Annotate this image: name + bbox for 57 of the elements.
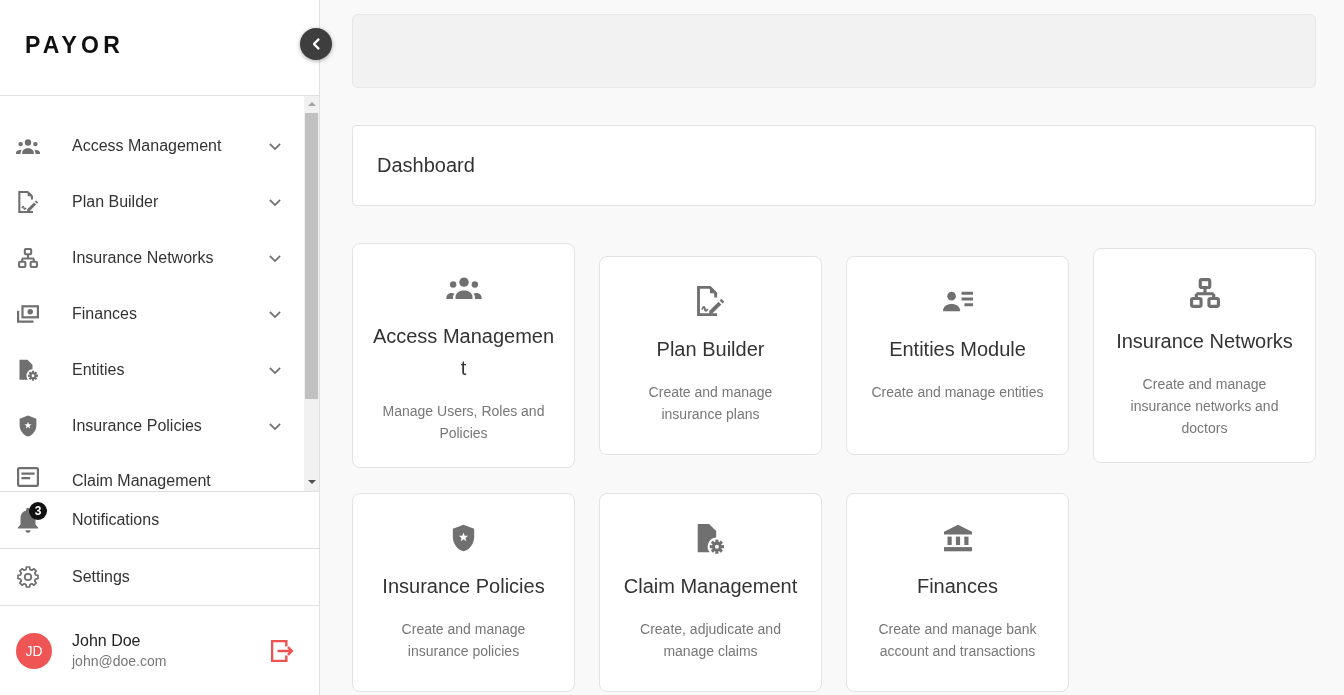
scrollbar-thumb[interactable] — [305, 113, 318, 399]
logo-text: PAYOR — [25, 32, 124, 59]
scroll-up-icon[interactable] — [307, 102, 316, 106]
card-description: Manage Users, Roles and Policies — [381, 402, 546, 443]
card-description: Create and manage entities — [871, 383, 1044, 402]
settings-icon — [17, 566, 39, 588]
nav-item[interactable]: Claim Management — [0, 454, 304, 490]
document-pen-icon — [17, 191, 39, 213]
document-pen-icon — [696, 286, 725, 316]
document-gear-icon — [697, 522, 724, 554]
user-name: John Doe — [72, 631, 141, 650]
network-icon — [18, 248, 38, 268]
shield-star-icon — [19, 415, 37, 437]
card-title: Insurance Policies — [382, 574, 545, 599]
settings-item[interactable]: Settings — [0, 548, 319, 605]
card-title: Finances — [916, 574, 999, 599]
chevron-left-icon — [312, 38, 320, 50]
card-description: Create and manage insurance networks and doctors — [1129, 375, 1280, 438]
nav-item[interactable]: Finances — [0, 286, 304, 342]
notifications-item[interactable]: 3 Notifications — [0, 491, 319, 548]
nav-item[interactable]: Insurance Networks — [0, 230, 304, 286]
user-avatar: JD — [16, 632, 52, 669]
module-card[interactable]: Access Management Manage Users, Roles and Policies — [352, 243, 575, 468]
people-group-icon — [16, 138, 40, 154]
scroll-down-icon[interactable] — [307, 480, 316, 484]
card-title: Entities Module — [889, 337, 1026, 362]
nav-item[interactable]: Plan Builder — [0, 174, 304, 230]
card-description: Create, adjudicate and manage claims — [639, 620, 782, 661]
nav-item[interactable]: Insurance Policies — [0, 398, 304, 454]
module-card[interactable]: Finances Create and manage bank account and transactions — [846, 493, 1069, 692]
module-card[interactable]: Entities Module Create and manage entities — [846, 256, 1069, 455]
page-title: Dashboard — [377, 154, 475, 177]
banknote-icon — [17, 305, 39, 323]
bank-icon — [943, 524, 972, 552]
module-card[interactable]: Plan Builder Create and manage insurance plans — [599, 256, 822, 455]
card-title: Plan Builder — [656, 337, 765, 362]
card-description: Create and manage insurance policies — [400, 620, 527, 661]
card-title: Access Management — [372, 324, 555, 381]
nav-item[interactable]: Access Management — [0, 118, 304, 174]
person-list-icon — [942, 290, 973, 312]
document-gear-icon — [18, 359, 38, 381]
collapse-button[interactable] — [300, 28, 332, 60]
logout-icon[interactable] — [271, 639, 294, 662]
card-title: Insurance Networks — [1116, 329, 1293, 354]
notification-badge: 3 — [29, 502, 47, 520]
user-email: john@doe.com — [72, 652, 167, 670]
module-card[interactable]: Insurance Networks Create and manage insurance networks and doctors — [1093, 248, 1316, 463]
card-description: Create and manage insurance plans — [647, 383, 774, 424]
shield-star-icon — [452, 524, 475, 552]
people-group-icon — [445, 277, 482, 299]
list-card-icon — [17, 467, 39, 487]
nav-item[interactable]: Entities — [0, 342, 304, 398]
card-description: Create and manage bank account and transactions — [877, 620, 1038, 661]
network-icon — [1189, 278, 1220, 308]
card-title: Claim Management — [623, 574, 798, 599]
module-card[interactable]: Insurance Policies Create and manage insurance policies — [352, 493, 575, 692]
module-card[interactable]: Claim Management Create, adjudicate and manage claims — [599, 493, 822, 692]
